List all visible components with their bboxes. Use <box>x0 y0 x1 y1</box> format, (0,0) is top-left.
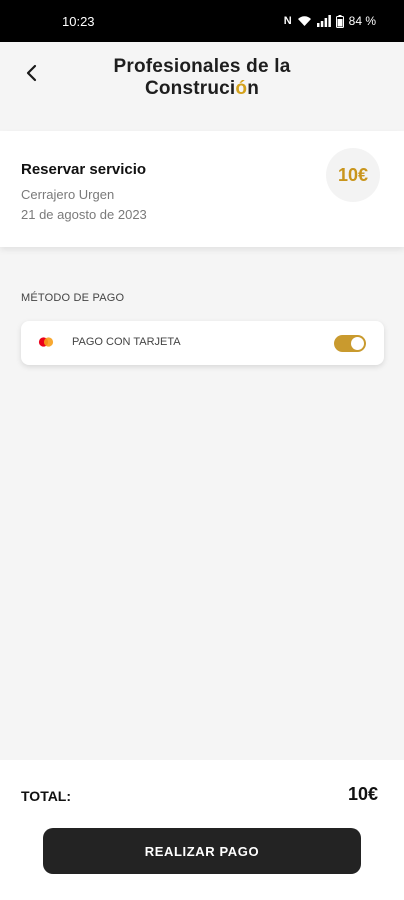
payment-method-heading: MÉTODO DE PAGO <box>21 292 125 304</box>
checkout-footer: TOTAL: 10€ REALIZAR PAGO <box>0 760 404 900</box>
title-line-2: Construción <box>144 78 260 99</box>
service-title: Reservar servicio <box>21 161 147 178</box>
service-date: 21 de agosto de 2023 <box>21 207 147 222</box>
payment-method-toggle[interactable] <box>334 335 366 352</box>
payment-method-row[interactable]: PAGO CON TARJETA <box>21 321 384 365</box>
signal-icon <box>316 15 331 27</box>
app-header: Profesionales de la Construción <box>0 42 404 130</box>
status-icons: N 84 % <box>284 14 376 28</box>
status-bar: 10:23 N 84 % <box>0 0 404 42</box>
price-badge: 10€ <box>326 148 380 202</box>
total-value: 10€ <box>347 784 378 804</box>
chevron-left-icon <box>26 64 37 82</box>
toggle-knob <box>351 337 364 350</box>
title-accent-letter: ó <box>235 78 248 99</box>
back-button[interactable] <box>18 60 44 86</box>
pay-button[interactable]: REALIZAR PAGO <box>43 828 361 874</box>
battery-icon <box>335 14 344 28</box>
mastercard-icon <box>35 334 57 350</box>
total-label: TOTAL: <box>21 788 72 804</box>
payment-method-label: PAGO CON TARJETA <box>72 336 181 348</box>
wifi-icon <box>297 16 311 26</box>
page-title: Profesionales de la Construción <box>70 56 334 100</box>
service-name: Cerrajero Urgen <box>21 187 115 202</box>
battery-level: 84 % <box>348 14 376 28</box>
status-time: 10:23 <box>62 13 95 29</box>
nfc-icon: N <box>283 15 292 27</box>
title-line-1: Profesionales de la <box>113 56 291 77</box>
